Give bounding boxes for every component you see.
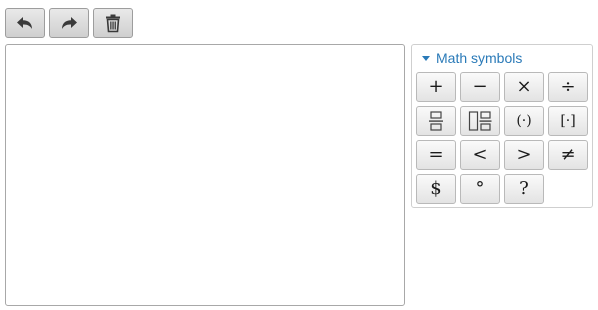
collapse-triangle-icon	[422, 55, 430, 61]
degree-button[interactable]: °	[460, 174, 500, 204]
mixed-number-icon	[468, 111, 492, 131]
redo-button[interactable]	[49, 8, 89, 38]
less-than-button[interactable]: <	[460, 140, 500, 170]
divide-button[interactable]: ÷	[548, 72, 588, 102]
trash-icon	[106, 14, 120, 33]
fraction-button[interactable]	[416, 106, 456, 136]
greater-than-button[interactable]: >	[504, 140, 544, 170]
toolbar	[5, 8, 133, 38]
symbol-grid: + − × ÷ (·) [·] = < > ≠ $ ° ?	[416, 72, 588, 204]
brackets-button[interactable]: [·]	[548, 106, 588, 136]
mixed-number-button[interactable]	[460, 106, 500, 136]
panel-title: Math symbols	[436, 50, 523, 66]
math-symbols-panel: Math symbols + − × ÷ (·) [·] = < > ≠ $ °…	[411, 44, 593, 208]
plus-button[interactable]: +	[416, 72, 456, 102]
not-equal-button[interactable]: ≠	[548, 140, 588, 170]
equals-button[interactable]: =	[416, 140, 456, 170]
redo-icon	[62, 17, 77, 29]
undo-button[interactable]	[5, 8, 45, 38]
undo-icon	[17, 17, 32, 29]
parentheses-button[interactable]: (·)	[504, 106, 544, 136]
drawing-canvas[interactable]	[5, 44, 405, 306]
question-button[interactable]: ?	[504, 174, 544, 204]
times-button[interactable]: ×	[504, 72, 544, 102]
fraction-icon	[429, 111, 443, 131]
delete-button[interactable]	[93, 8, 133, 38]
dollar-button[interactable]: $	[416, 174, 456, 204]
math-symbols-toggle[interactable]: Math symbols	[422, 50, 522, 66]
minus-button[interactable]: −	[460, 72, 500, 102]
